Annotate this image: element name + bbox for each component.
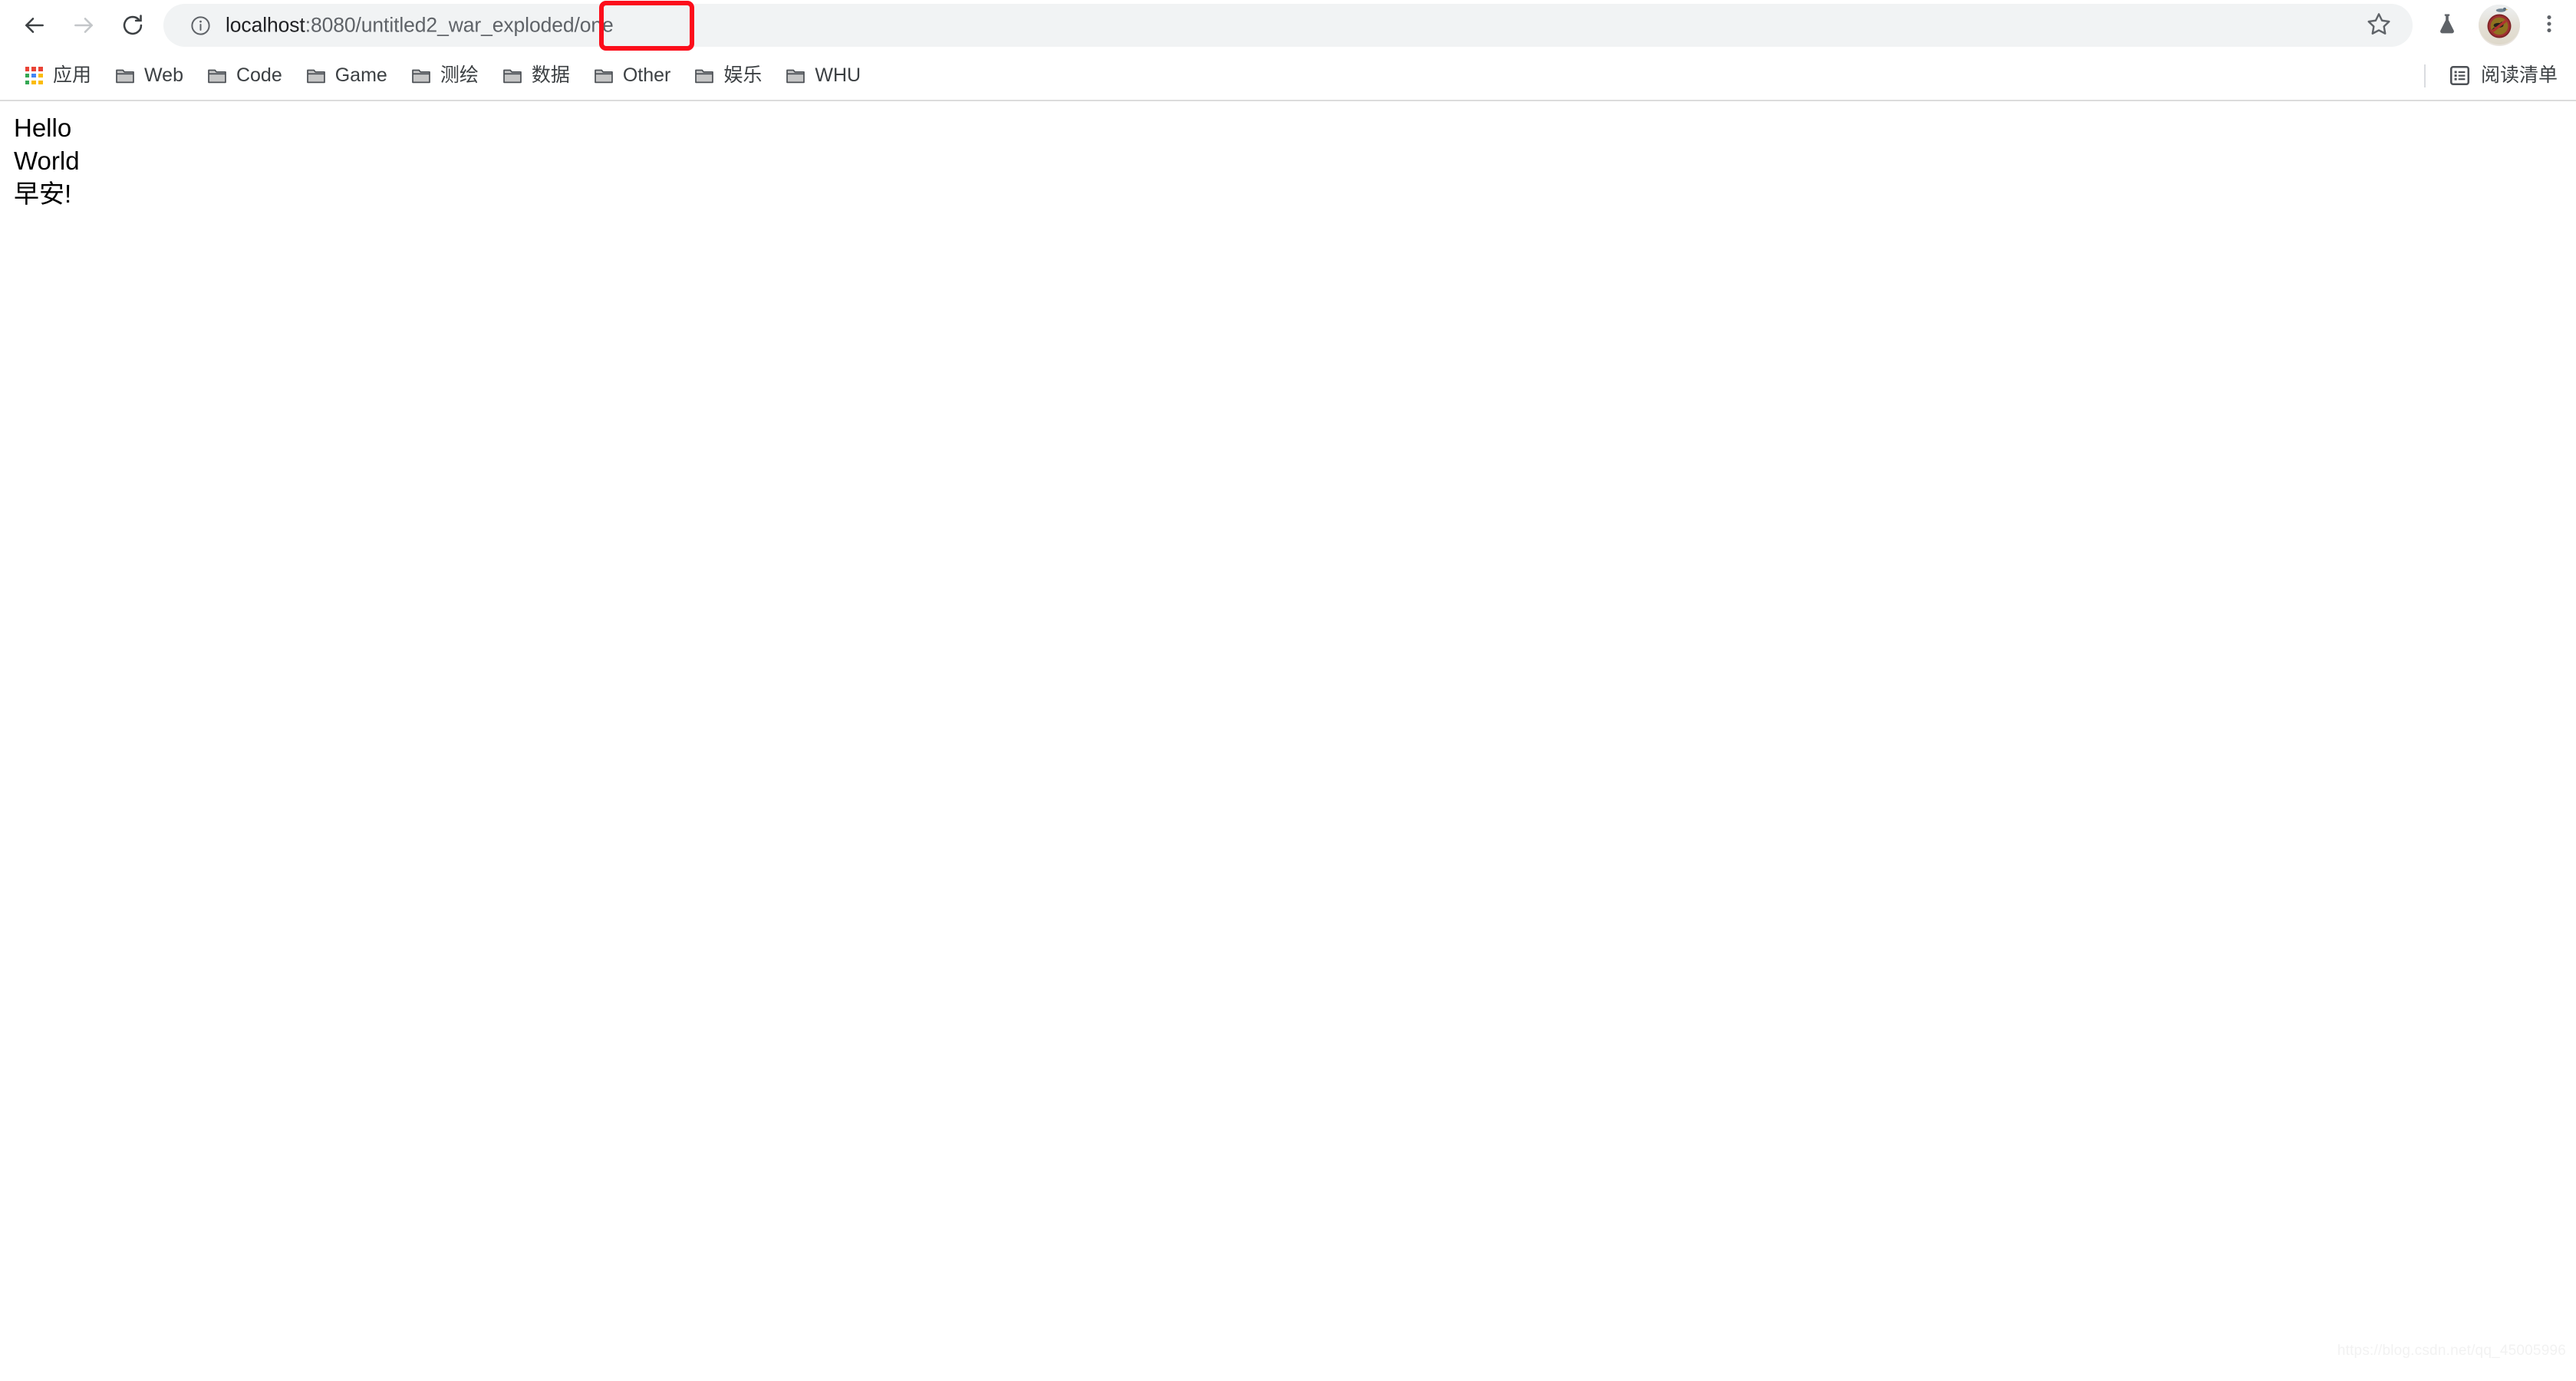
- bookmark-item-data[interactable]: 数据: [492, 58, 579, 94]
- bookmark-star-button[interactable]: [2362, 8, 2396, 42]
- flask-icon: [2435, 12, 2459, 40]
- browser-toolbar: localhost:8080/untitled2_war_exploded/on…: [0, 0, 2576, 51]
- page-content: Hello World 早安!: [14, 111, 80, 210]
- arrow-left-icon: [22, 13, 47, 38]
- three-dots-vertical-icon: [2538, 12, 2561, 39]
- bookmark-label: 应用: [53, 64, 92, 86]
- bookmark-label: Other: [622, 64, 671, 86]
- bookmark-label: Game: [334, 64, 387, 86]
- folder-icon: [593, 65, 614, 87]
- address-bar[interactable]: localhost:8080/untitled2_war_exploded/on…: [163, 4, 2413, 47]
- folder-icon: [693, 65, 715, 87]
- folder-icon: [502, 65, 523, 87]
- bookmark-item-web[interactable]: Web: [105, 58, 193, 94]
- bookmark-label: WHU: [815, 64, 861, 86]
- bookmark-item-code[interactable]: Code: [197, 58, 292, 94]
- bookmark-item-whu[interactable]: WHU: [776, 58, 870, 94]
- bookmark-item-entertainment[interactable]: 娱乐: [684, 58, 771, 94]
- folder-icon: [785, 65, 806, 87]
- reading-list-label: 阅读清单: [2480, 64, 2558, 86]
- toolbar-divider: [2423, 64, 2426, 87]
- reload-button[interactable]: [115, 8, 150, 43]
- bookmarks-bar: 应用 Web Code Game 测绘 数据 Other 娱乐 WHU 阅读清单: [0, 51, 2576, 101]
- forward-button[interactable]: [66, 8, 101, 43]
- bookmark-item-surveying[interactable]: 测绘: [401, 58, 488, 94]
- page-text-line: Hello: [14, 114, 72, 142]
- info-circle-icon[interactable]: [189, 14, 212, 37]
- reading-list-area: 阅读清单: [2423, 51, 2565, 101]
- apps-grid-icon: [23, 65, 44, 87]
- bookmark-item-apps[interactable]: 应用: [14, 58, 100, 94]
- reading-list-icon: [2449, 64, 2472, 87]
- reload-icon: [120, 13, 145, 38]
- url-host: localhost: [226, 13, 305, 37]
- star-outline-icon: [2366, 11, 2392, 41]
- reading-list-button[interactable]: 阅读清单: [2441, 58, 2565, 94]
- bookmark-label: 测绘: [440, 64, 479, 86]
- back-button[interactable]: [17, 8, 52, 43]
- avatar: [2479, 5, 2520, 46]
- folder-icon: [305, 65, 327, 87]
- bookmark-label: Code: [236, 64, 282, 86]
- bookmark-label: 娱乐: [723, 64, 763, 86]
- page-viewport: Hello World 早安! https://blog.csdn.net/qq…: [0, 101, 2576, 1381]
- url-path: :8080/untitled2_war_exploded/one: [305, 13, 614, 37]
- bookmark-label: 数据: [531, 64, 570, 86]
- bookmark-item-game[interactable]: Game: [296, 58, 397, 94]
- page-text-line: World: [14, 147, 80, 175]
- page-watermark: https://blog.csdn.net/qq_45005996: [2337, 1343, 2566, 1359]
- url-text: localhost:8080/untitled2_war_exploded/on…: [226, 14, 614, 38]
- folder-icon: [410, 65, 432, 87]
- folder-icon: [114, 65, 136, 87]
- folder-icon: [206, 65, 228, 87]
- browser-chrome: localhost:8080/untitled2_war_exploded/on…: [0, 0, 2576, 101]
- experiments-flask-button[interactable]: [2429, 8, 2465, 43]
- chrome-menu-button[interactable]: [2532, 8, 2567, 43]
- profile-avatar[interactable]: [2479, 5, 2520, 46]
- bookmark-item-other[interactable]: Other: [584, 58, 680, 94]
- page-text-line: 早安!: [14, 180, 72, 208]
- arrow-right-icon: [71, 13, 96, 38]
- bookmark-label: Web: [144, 64, 183, 86]
- bookmarks-list: 应用 Web Code Game 测绘 数据 Other 娱乐 WHU: [14, 51, 875, 101]
